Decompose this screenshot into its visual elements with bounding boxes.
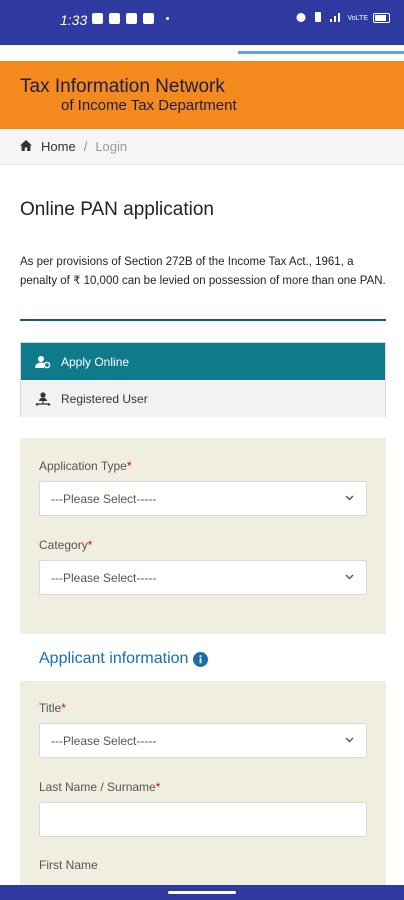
applicant-info-heading: Applicant information — [39, 650, 209, 668]
breadcrumb-home-link[interactable]: Home — [41, 139, 76, 154]
title-label: Title* — [39, 701, 66, 715]
navigation-bar — [0, 885, 404, 900]
user-network-icon — [35, 391, 51, 406]
select-value: ---Please Select----- — [51, 733, 157, 748]
applicant-panel: Title* ---Please Select----- Last Name /… — [20, 681, 386, 885]
last-name-label: Last Name / Surname* — [39, 780, 161, 794]
system-icons: VoLTE — [295, 11, 390, 25]
select-value: ---Please Select----- — [51, 570, 157, 585]
header-subtitle: of Income Tax Department — [61, 97, 237, 114]
category-select[interactable]: ---Please Select----- — [39, 560, 367, 595]
tab-registered-user[interactable]: Registered User — [21, 380, 385, 417]
notification-icon — [92, 13, 103, 24]
section-title: Applicant information — [39, 650, 189, 667]
chevron-down-icon — [345, 495, 354, 501]
chevron-down-icon — [345, 737, 354, 743]
select-value: ---Please Select----- — [51, 491, 157, 506]
category-label: Category* — [39, 538, 93, 552]
browser-strip — [0, 45, 404, 61]
site-header: Tax Information Network of Income Tax De… — [0, 61, 404, 129]
page-title: Online PAN application — [20, 199, 214, 220]
notification-icon — [143, 13, 154, 24]
breadcrumb: Home / Login — [0, 129, 404, 165]
first-name-label: First Name — [39, 858, 98, 872]
application-panel: Application Type* ---Please Select----- … — [20, 438, 386, 634]
more-notifications-icon — [166, 17, 169, 20]
vibrate-icon — [312, 11, 324, 25]
tab-label: Apply Online — [61, 354, 130, 369]
signal-icon — [329, 11, 343, 25]
alarm-icon — [295, 11, 307, 25]
home-gesture-handle[interactable] — [168, 891, 236, 894]
penalty-notice: As per provisions of Section 272B of the… — [20, 256, 386, 287]
breadcrumb-separator: / — [83, 139, 88, 154]
chevron-down-icon — [345, 574, 354, 580]
status-bar: 1:33 VoLTE — [0, 0, 404, 45]
loading-indicator — [238, 51, 404, 54]
info-icon[interactable] — [193, 651, 209, 667]
volte-label: VoLTE — [347, 14, 369, 22]
title-select[interactable]: ---Please Select----- — [39, 723, 367, 758]
notification-icon — [126, 13, 137, 24]
application-type-select[interactable]: ---Please Select----- — [39, 481, 367, 516]
tab-label: Registered User — [61, 391, 148, 406]
user-gear-icon — [35, 355, 51, 368]
status-time: 1:33 — [60, 12, 88, 28]
battery-icon — [373, 13, 390, 23]
home-icon[interactable] — [20, 139, 32, 154]
header-title: Tax Information Network — [20, 76, 225, 97]
tab-apply-online[interactable]: Apply Online — [21, 343, 385, 380]
divider — [20, 319, 386, 321]
breadcrumb-current: Login — [95, 139, 128, 154]
application-tabs: Apply Online Registered User — [20, 342, 386, 417]
application-type-label: Application Type* — [39, 459, 132, 473]
notification-icons — [92, 13, 169, 24]
last-name-input[interactable] — [39, 802, 367, 837]
notification-icon — [109, 13, 120, 24]
